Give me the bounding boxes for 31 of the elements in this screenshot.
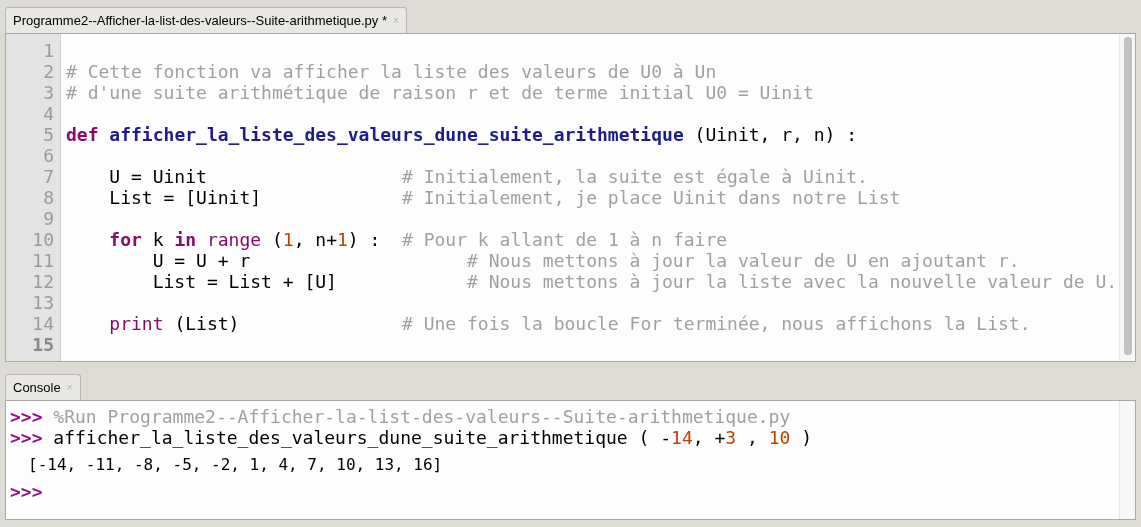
scrollbar-thumb[interactable]	[1123, 37, 1132, 355]
code-line: # d'une suite arithmétique de raison r et de terme initial U0 = Uinit	[66, 82, 815, 103]
line-number: 15	[31, 334, 55, 355]
line-number: 8	[42, 187, 55, 208]
console-tab[interactable]: Console ×	[5, 374, 81, 400]
line-number: 10	[31, 229, 55, 250]
code-line: for k in range (1, n+1) : # Pour k allant de 1 à n faire	[108, 229, 729, 250]
console-line: >>> %Run Programme2--Afficher-la-list-des-valeurs--Suite-arithmetique.py	[10, 406, 792, 427]
console-line: >>> afficher_la_liste_des_valeurs_dune_suite_arithmetique ( -14, +3 , 10 )	[10, 427, 813, 448]
line-number: 12	[31, 271, 55, 292]
line-number: 4	[42, 103, 55, 124]
code-line: def afficher_la_liste_des_valeurs_dune_suite_arithmetique (Uinit, r, n) :	[66, 124, 859, 145]
code-line: U = U + r # Nous mettons à jour la valeur de U en ajoutant r.	[151, 250, 1021, 271]
code-line: # Cette fonction va afficher la liste des valeurs de U0 à Un	[66, 61, 718, 82]
code-line: U = Uinit # Initialement, la suite est égale à Uinit.	[108, 166, 869, 187]
editor-tab[interactable]: Programme2--Afficher-la-list-des-valeurs--Suite-arithmetique.py * ×	[5, 7, 407, 33]
line-number: 6	[42, 145, 55, 166]
line-number: 13	[31, 292, 55, 313]
line-number: 7	[42, 166, 55, 187]
line-number: 11	[31, 250, 55, 271]
code-line: List = [Uinit] # Initialement, je place Uinit dans notre List	[108, 187, 902, 208]
code-line: print (List) # Une fois la boucle For terminée, nous affichons la List.	[108, 313, 1032, 334]
line-number: 3	[42, 82, 55, 103]
console-output: [-14, -11, -8, -5, -2, 1, 4, 7, 10, 13, 16]	[27, 454, 444, 476]
line-number: 1	[42, 40, 55, 61]
console-line: >>>	[10, 481, 44, 502]
line-number: 14	[31, 313, 55, 334]
line-number: 9	[42, 208, 55, 229]
line-number: 5	[42, 124, 55, 145]
code-line: List = List + [U] # Nous mettons à jour la liste avec la nouvelle valeur de U.	[151, 271, 1119, 292]
line-number: 2	[42, 61, 55, 82]
